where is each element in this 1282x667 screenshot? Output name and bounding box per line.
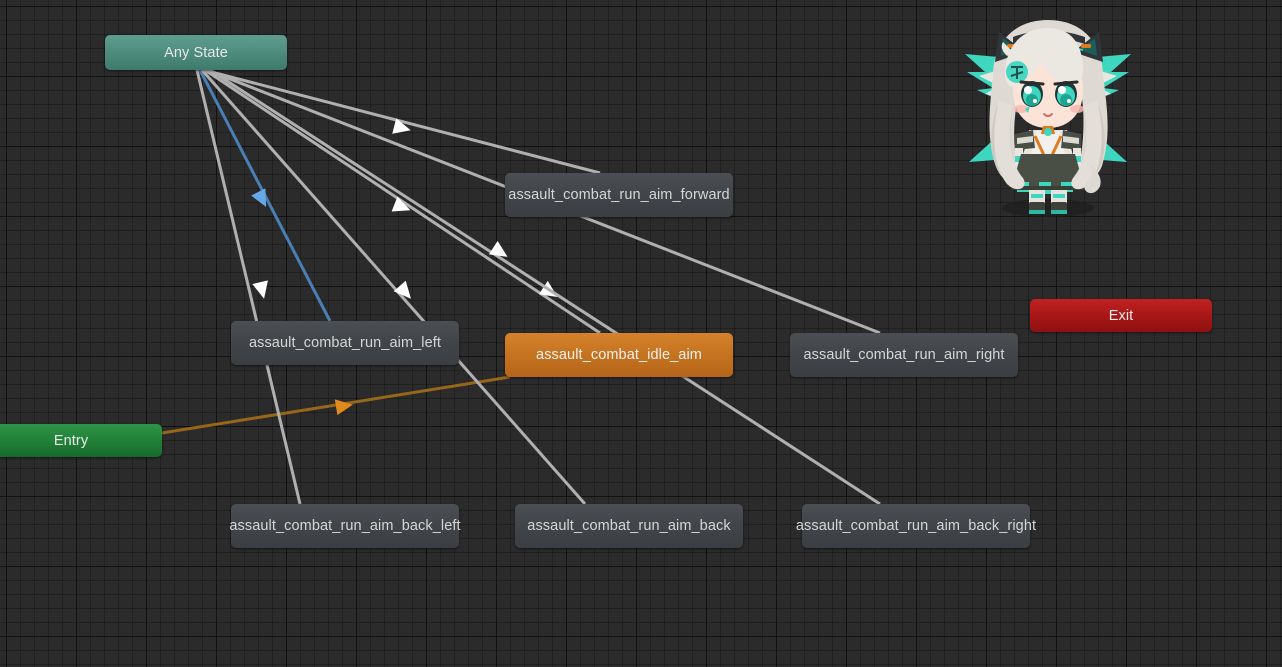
transition-arrowhead-icon [488, 240, 508, 257]
transition-arrowhead-icon [334, 399, 353, 416]
transition-any-to-run-aim-back-right[interactable] [209, 68, 881, 506]
state-node-label: assault_combat_run_aim_back_right [795, 518, 1037, 534]
state-node-label: Exit [1108, 307, 1134, 324]
transition-arrowhead-icon [538, 280, 558, 297]
eyes-icon [1019, 80, 1079, 107]
state-node-label: assault_combat_run_aim_back_left [229, 518, 461, 534]
state-node-label: assault_combat_run_aim_left [248, 335, 442, 351]
state-node-assault_combat_run_aim_back[interactable]: assault_combat_run_aim_back [515, 504, 743, 548]
transition-any-to-run-aim-back[interactable] [200, 69, 587, 505]
wing-left-icon [965, 54, 1011, 162]
animator-state-machine-canvas[interactable]: Any State Entry Exit assault_combat_run_aim… [0, 0, 1282, 667]
transition-line[interactable] [195, 69, 302, 505]
transition-line[interactable] [209, 68, 881, 506]
transition-arrowhead-icon [393, 280, 411, 299]
transition-line[interactable] [198, 69, 332, 322]
state-node-label: assault_combat_run_aim_back [527, 518, 731, 534]
transition-arrowhead-icon [252, 280, 268, 299]
state-node-assault_combat_run_aim_back_left[interactable]: assault_combat_run_aim_back_left [229, 504, 461, 548]
state-node-label: assault_combat_run_aim_right [803, 347, 1005, 363]
transition-line[interactable] [200, 69, 587, 505]
wing-right-icon [1085, 54, 1131, 162]
state-node-label: assault_combat_run_aim_forward [508, 187, 730, 203]
state-node-label: Any State [164, 44, 228, 61]
state-node-assault_combat_run_aim_right[interactable]: assault_combat_run_aim_right [790, 333, 1018, 377]
state-node-any-state[interactable]: Any State [105, 35, 287, 70]
state-node-label: Entry [53, 432, 89, 449]
transition-any-to-run-aim-left[interactable] [198, 69, 332, 322]
transition-arrowhead-icon [251, 188, 267, 207]
state-node-exit[interactable]: Exit [1030, 299, 1212, 332]
transition-any-to-run-aim-forward[interactable] [203, 68, 601, 175]
state-node-assault_combat_run_aim_left[interactable]: assault_combat_run_aim_left [231, 321, 459, 365]
state-node-assault_combat_run_aim_back_right[interactable]: assault_combat_run_aim_back_right [796, 504, 1036, 548]
transition-any-to-run-aim-back-left[interactable] [195, 69, 302, 505]
chibi-character-sprite [965, 20, 1131, 217]
transition-arrowhead-icon [392, 118, 411, 134]
state-node-label: assault_combat_idle_aim [536, 347, 702, 363]
state-node-entry[interactable]: Entry [0, 424, 162, 457]
transition-line[interactable] [161, 375, 511, 435]
hair-clip-icon [1006, 61, 1028, 83]
transition-line[interactable] [203, 68, 601, 175]
transition-arrowhead-icon [391, 196, 411, 212]
state-node-assault_combat_idle_aim[interactable]: assault_combat_idle_aim [505, 333, 733, 377]
cat-ear-headset-icon [995, 30, 1103, 62]
state-node-assault_combat_run_aim_forward[interactable]: assault_combat_run_aim_forward [505, 173, 733, 217]
transition-entry-to-idle[interactable] [161, 375, 511, 435]
